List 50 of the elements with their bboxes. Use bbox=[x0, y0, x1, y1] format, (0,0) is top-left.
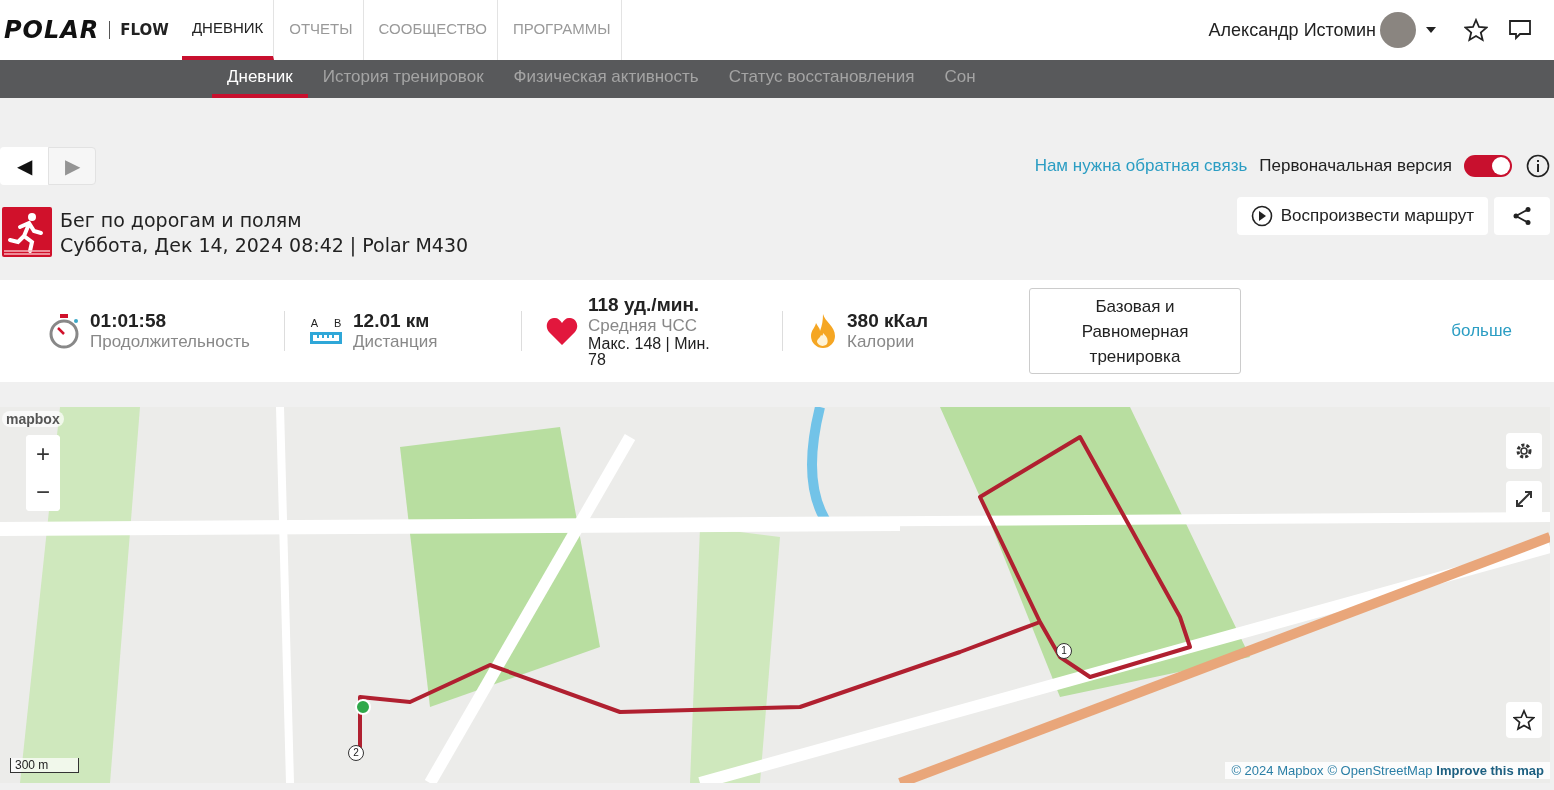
play-icon bbox=[1250, 205, 1273, 227]
stat-label: Продолжительность bbox=[90, 332, 250, 352]
expand-icon bbox=[1514, 489, 1534, 509]
subnav-tab[interactable]: История тренировок bbox=[307, 60, 499, 98]
mapbox-logo[interactable]: mapbox bbox=[2, 411, 64, 427]
stat-value: 01:01:58 bbox=[90, 310, 168, 332]
previous-button[interactable]: ◀ bbox=[0, 147, 48, 185]
ruler-icon bbox=[309, 331, 343, 345]
stat-value: 380 кКал bbox=[847, 310, 928, 332]
training-benefit-button[interactable]: Базовая и Равномерная тренировка bbox=[1029, 288, 1241, 374]
user-name[interactable]: Александр Истомин bbox=[1208, 19, 1376, 41]
feedback-link[interactable]: Нам нужна обратная связь bbox=[1034, 156, 1248, 176]
stat-label: Дистанция bbox=[353, 332, 438, 352]
settings-button[interactable] bbox=[1506, 433, 1542, 469]
subnav-tab[interactable]: Сон bbox=[929, 60, 991, 98]
toggle-label: Первоначальная версия bbox=[1259, 156, 1452, 176]
share-icon bbox=[1512, 206, 1532, 226]
info-icon[interactable] bbox=[1526, 154, 1550, 178]
heart-rate-range: Макс. 148 | Мин. 78 bbox=[588, 336, 711, 368]
heart-icon bbox=[546, 316, 578, 346]
share-button[interactable] bbox=[1494, 197, 1550, 235]
route-point-label: B bbox=[334, 317, 342, 329]
favorite-button[interactable] bbox=[1506, 702, 1542, 738]
play-route-button[interactable]: Воспроизвести маршрут bbox=[1236, 197, 1488, 235]
avatar[interactable] bbox=[1380, 12, 1416, 48]
stopwatch-icon bbox=[48, 313, 80, 349]
attribution-link[interactable]: Improve this map bbox=[1436, 763, 1544, 778]
chat-icon[interactable] bbox=[1508, 19, 1532, 41]
attribution-link[interactable]: © 2024 Mapbox bbox=[1231, 763, 1324, 778]
attribution-link[interactable]: © OpenStreetMap bbox=[1327, 763, 1433, 778]
product-name: FLOW bbox=[109, 21, 169, 39]
subnav-tab[interactable]: Физическая активность bbox=[498, 60, 714, 98]
stat-value: 118 уд./мин. bbox=[588, 294, 701, 316]
session-subtitle: Суббота, Дек 14, 2024 08:42 | Polar M430 bbox=[60, 234, 469, 256]
more-link[interactable]: больше bbox=[1451, 321, 1512, 341]
running-icon bbox=[2, 207, 52, 257]
star-icon[interactable] bbox=[1464, 18, 1488, 42]
polar-logo[interactable]: POLAR bbox=[4, 16, 100, 44]
stat-label: Калории bbox=[847, 332, 916, 352]
star-icon bbox=[1513, 709, 1535, 731]
caret-icon[interactable] bbox=[1426, 27, 1436, 33]
subnav-tab[interactable]: Дневник bbox=[212, 60, 308, 98]
route-point-label: A bbox=[310, 317, 318, 329]
flame-icon bbox=[809, 313, 837, 349]
map-scale: 300 m bbox=[10, 758, 80, 773]
subnav-tab[interactable]: Статус восстановления bbox=[713, 60, 930, 98]
stat-label: Средняя ЧСС bbox=[588, 316, 699, 336]
stat-value: 12.01 км bbox=[353, 310, 431, 332]
session-title: Бег по дорогам и полям bbox=[60, 209, 303, 231]
version-toggle[interactable] bbox=[1464, 155, 1512, 177]
